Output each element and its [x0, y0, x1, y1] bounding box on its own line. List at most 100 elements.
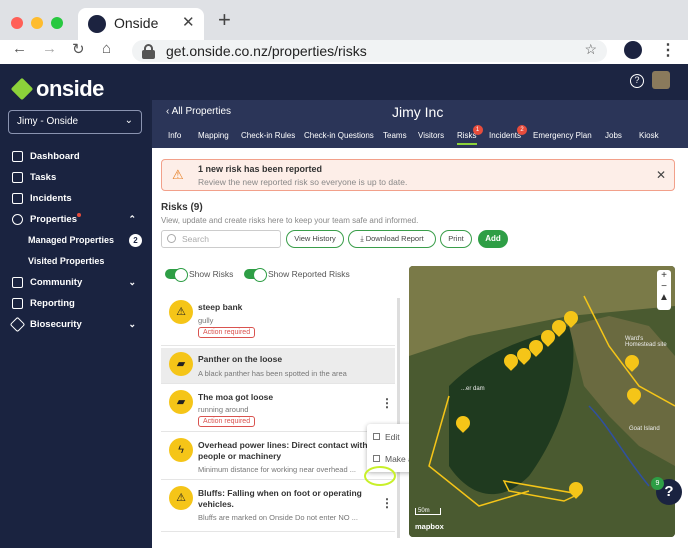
browser-tab[interactable]: Onside ✕	[78, 8, 204, 40]
chevron-down-icon: ⌄	[124, 115, 133, 126]
show-risks-label: Show Risks	[189, 269, 234, 279]
animal-icon: ▰	[169, 390, 193, 414]
browser-tabbar: Onside ✕ +	[0, 0, 688, 40]
tab-jobs[interactable]: Jobs	[605, 131, 622, 140]
page-title: Jimy Inc	[392, 104, 444, 120]
sidebar-nav: Dashboard Tasks Incidents Properties ⌃ Ma…	[0, 146, 150, 335]
electricity-icon: ϟ	[169, 438, 193, 462]
risk-description: running around	[198, 405, 249, 414]
list-item[interactable]: ⚠ steep bank gully Action required	[161, 296, 395, 346]
back-arrow-icon[interactable]: ←	[12, 40, 27, 57]
new-risk-alert: ⚠ 1 new risk has been reported Review th…	[161, 159, 675, 191]
sidebar-item-incidents[interactable]: Incidents	[0, 188, 150, 209]
sidebar-item-visited-properties[interactable]: Visited Properties	[0, 251, 150, 272]
print-button[interactable]: Print	[440, 230, 472, 248]
tab-emergency-plan[interactable]: Emergency Plan	[533, 131, 592, 140]
list-item[interactable]: ϟ Overhead power lines: Direct contact w…	[161, 434, 395, 480]
tab-check-in-rules[interactable]: Check-in Rules	[241, 131, 295, 140]
sidebar-item-properties[interactable]: Properties ⌃	[0, 209, 150, 230]
dashboard-icon	[12, 151, 23, 162]
risks-heading: Risks (9)	[161, 202, 203, 213]
risk-name: Panther on the loose	[198, 354, 283, 364]
chevron-up-icon: ⌃	[128, 214, 136, 224]
show-risks-toggle[interactable]	[165, 268, 188, 282]
forward-arrow-icon[interactable]: →	[42, 40, 57, 57]
org-name: Jimy - Onside	[17, 116, 79, 127]
window-close-button[interactable]	[11, 17, 23, 29]
show-reported-risks-toggle[interactable]	[244, 268, 267, 282]
list-item[interactable]: ▰ The moa got loose running around Actio…	[161, 386, 395, 432]
zoom-out-icon[interactable]: −	[657, 281, 671, 292]
tab-close-icon[interactable]: ✕	[182, 13, 195, 31]
url-field[interactable]: get.onside.co.nz/properties/risks ☆	[132, 40, 607, 62]
new-tab-icon[interactable]: +	[218, 7, 231, 33]
risks-badge: 1	[472, 125, 483, 135]
list-item[interactable]: ▰ Panther on the loose A black panther h…	[161, 348, 395, 384]
address-bar: ← → ↻ ⌂ get.onside.co.nz/properties/risk…	[0, 40, 688, 64]
sidebar-item-reporting[interactable]: Reporting	[0, 293, 150, 314]
map-label: Goat Island	[629, 426, 660, 432]
tab-kiosk[interactable]: Kiosk	[639, 131, 659, 140]
compass-icon[interactable]: ▲	[657, 292, 671, 303]
show-reported-risks-label: Show Reported Risks	[268, 269, 350, 279]
warning-icon: ⚠	[172, 167, 184, 182]
risk-description: A black panther has been spotted in the …	[198, 369, 347, 378]
search-icon	[167, 234, 176, 243]
window-minimize-button[interactable]	[31, 17, 43, 29]
tab-check-in-questions[interactable]: Check-in Questions	[304, 131, 374, 140]
brand-logo[interactable]: onside	[10, 76, 104, 102]
count-badge: 2	[129, 234, 142, 247]
tab-visitors[interactable]: Visitors	[418, 131, 444, 140]
download-report-button[interactable]: ⤓ Download Report	[348, 230, 436, 248]
property-tabs: Info Mapping Check-in Rules Check-in Que…	[152, 125, 688, 148]
extension-icon[interactable]	[624, 41, 642, 59]
property-header: ‹ All Properties Jimy Inc Info Mapping C…	[152, 100, 688, 148]
map-zoom-controls[interactable]: + − ▲	[657, 270, 671, 310]
sidebar: onside Jimy - Onside ⌄ Dashboard Tasks I…	[0, 64, 150, 548]
tab-incidents[interactable]: Incidents 2	[489, 125, 528, 140]
browser-menu-icon[interactable]: ⋮	[660, 40, 676, 60]
view-history-button[interactable]: View History	[286, 230, 344, 248]
risk-name: steep bank	[198, 302, 243, 312]
main-content: ⚠ 1 new risk has been reported Review th…	[152, 148, 688, 548]
list-item[interactable]: ⚠ Bluffs: Falling when on foot or operat…	[161, 482, 395, 532]
list-scrollbar[interactable]	[397, 298, 400, 538]
back-to-properties-link[interactable]: ‹ All Properties	[166, 106, 231, 117]
tab-info[interactable]: Info	[168, 131, 181, 140]
help-circle-icon[interactable]: ?	[630, 74, 644, 88]
more-options-icon[interactable]: ⋮	[381, 396, 393, 410]
risk-list: ⚠ steep bank gully Action required ▰ Pan…	[161, 296, 401, 548]
edit-icon	[373, 433, 380, 440]
tab-title: Onside	[114, 15, 159, 31]
community-icon	[12, 277, 23, 288]
status-badge: Action required	[198, 416, 256, 427]
sidebar-item-tasks[interactable]: Tasks	[0, 167, 150, 188]
home-icon[interactable]: ⌂	[102, 40, 111, 57]
window-zoom-button[interactable]	[51, 17, 63, 29]
add-risk-button[interactable]: Add	[478, 230, 508, 248]
tab-teams[interactable]: Teams	[383, 131, 407, 140]
map-scale: 50m	[415, 508, 441, 515]
tab-risks[interactable]: Risks 1	[457, 125, 483, 145]
risk-map[interactable]: + − ▲ Ward's Homestead site Goat Island …	[409, 266, 675, 537]
search-input[interactable]: Search	[161, 230, 281, 248]
incidents-icon	[12, 193, 23, 204]
sidebar-item-biosecurity[interactable]: Biosecurity ⌄	[0, 314, 150, 335]
sidebar-item-managed-properties[interactable]: Managed Properties 2	[0, 230, 150, 251]
org-selector[interactable]: Jimy - Onside ⌄	[8, 110, 142, 134]
more-options-icon[interactable]: ⋮	[381, 496, 393, 510]
reporting-icon	[12, 298, 23, 309]
tab-mapping[interactable]: Mapping	[198, 131, 229, 140]
avatar[interactable]	[652, 71, 670, 89]
sidebar-item-community[interactable]: Community ⌄	[0, 272, 150, 293]
mapbox-logo: mapbox	[415, 522, 444, 531]
close-icon[interactable]: ✕	[656, 168, 666, 182]
sidebar-item-dashboard[interactable]: Dashboard	[0, 146, 150, 167]
highlight-circle	[364, 466, 396, 486]
zoom-in-icon[interactable]: +	[657, 270, 671, 281]
map-label: ...er dam	[461, 386, 485, 392]
reload-icon[interactable]: ↻	[72, 40, 85, 58]
status-badge: Action required	[198, 327, 256, 338]
risk-name: Overhead power lines: Direct contact wit…	[198, 440, 368, 461]
bookmark-star-icon[interactable]: ☆	[584, 41, 597, 58]
